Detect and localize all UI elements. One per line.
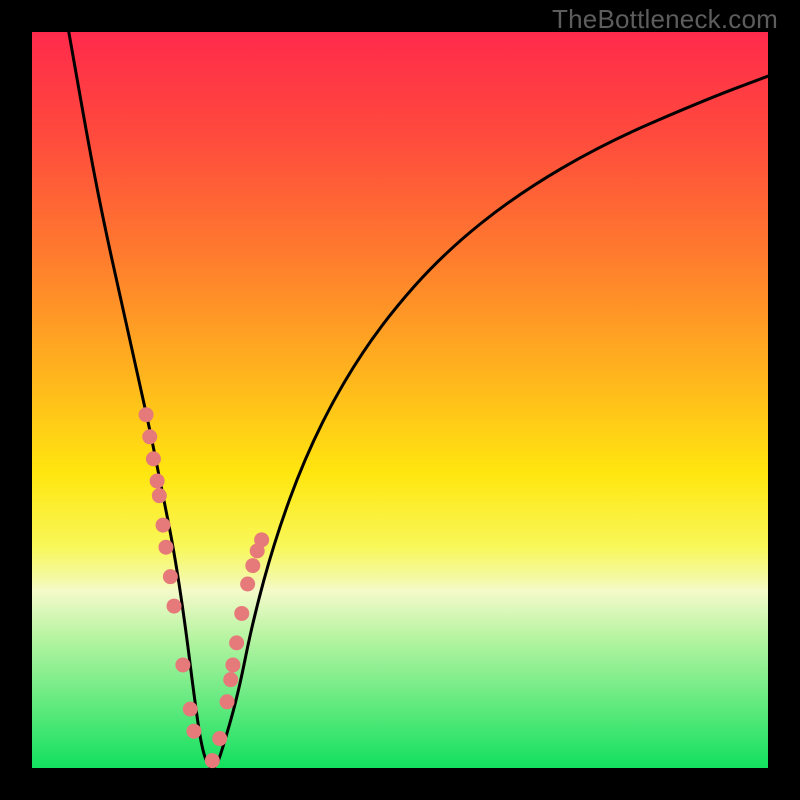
highlight-marker — [234, 606, 249, 621]
highlight-marker — [205, 753, 220, 768]
highlight-marker — [142, 429, 157, 444]
highlight-marker — [139, 407, 154, 422]
highlight-marker — [220, 694, 235, 709]
highlight-marker — [156, 518, 171, 533]
highlight-marker — [212, 731, 227, 746]
highlight-marker — [229, 635, 244, 650]
highlight-marker — [186, 724, 201, 739]
highlight-marker — [150, 473, 165, 488]
highlight-marker — [254, 532, 269, 547]
chart-frame: TheBottleneck.com — [0, 0, 800, 800]
highlight-marker — [152, 488, 167, 503]
highlight-marker — [167, 599, 182, 614]
highlight-marker — [245, 558, 260, 573]
highlight-marker — [158, 540, 173, 555]
highlight-marker — [240, 577, 255, 592]
highlight-marker — [146, 451, 161, 466]
bottleneck-curve-svg — [32, 32, 768, 768]
watermark-text: TheBottleneck.com — [552, 4, 778, 35]
highlight-marker — [175, 657, 190, 672]
plot-area — [32, 32, 768, 768]
highlight-marker — [223, 672, 238, 687]
highlight-marker — [163, 569, 178, 584]
highlight-marker — [225, 657, 240, 672]
bottleneck-curve-path — [69, 32, 768, 768]
highlight-marker — [183, 702, 198, 717]
